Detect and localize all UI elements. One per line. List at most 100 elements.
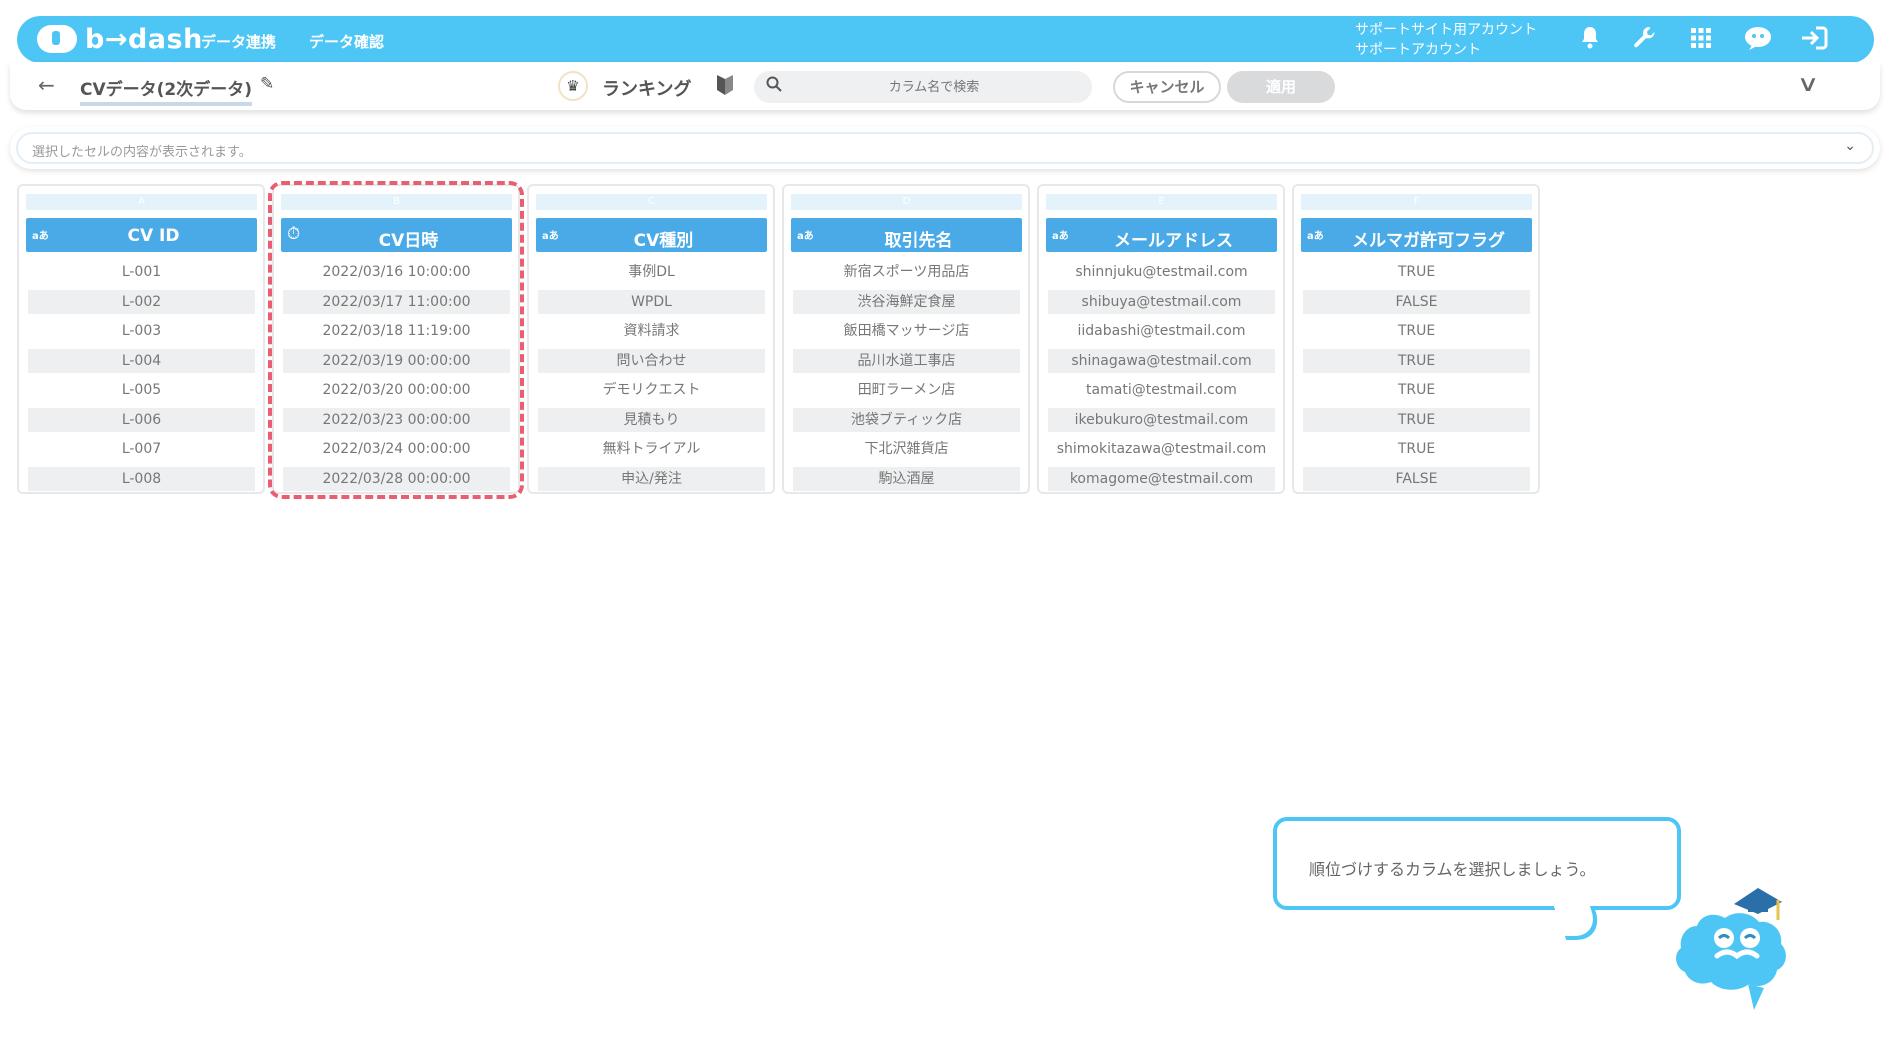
account-line-2: サポートアカウント: [1355, 42, 1481, 58]
column-cv-id[interactable]: A aあ CV ID L-001 L-002 L-003 L-004 L-005…: [17, 184, 265, 494]
table-cell[interactable]: 渋谷海鮮定食屋: [793, 290, 1020, 314]
mascot-icon: [1672, 876, 1812, 1020]
tooltip-tail: [1553, 906, 1607, 940]
account-line-1: サポートサイト用アカウント: [1355, 22, 1537, 38]
table-cell[interactable]: komagome@testmail.com: [1048, 467, 1275, 491]
text-type-icon: aあ: [32, 231, 49, 242]
table-cell[interactable]: TRUE: [1303, 260, 1530, 284]
logout-icon[interactable]: [1799, 25, 1829, 55]
table-cell[interactable]: TRUE: [1303, 408, 1530, 432]
table-cell[interactable]: 申込/発注: [538, 467, 765, 491]
table-cell[interactable]: TRUE: [1303, 378, 1530, 402]
table-cell[interactable]: shinnjuku@testmail.com: [1048, 260, 1275, 284]
chat-icon[interactable]: [1743, 25, 1773, 55]
cancel-button[interactable]: キャンセル: [1113, 71, 1221, 103]
table-cell[interactable]: L-007: [28, 437, 255, 461]
search-input[interactable]: [794, 71, 1074, 103]
table-cell[interactable]: L-001: [28, 260, 255, 284]
table-cell[interactable]: tamati@testmail.com: [1048, 378, 1275, 402]
table-cell[interactable]: 事例DL: [538, 260, 765, 284]
brand-name: b→dash: [85, 23, 203, 55]
column-header[interactable]: aあ メルマガ許可フラグ: [1301, 218, 1532, 252]
guide-message: 順位づけするカラムを選択しましょう。: [1309, 860, 1596, 879]
table-cell[interactable]: 田町ラーメン店: [793, 378, 1020, 402]
account-info[interactable]: サポートサイト用アカウント サポートアカウント: [1355, 20, 1537, 60]
column-header[interactable]: aあ メールアドレス: [1046, 218, 1277, 252]
table-cell[interactable]: L-003: [28, 319, 255, 343]
guide-tooltip: 順位づけするカラムを選択しましょう。: [1273, 817, 1681, 910]
table-cell[interactable]: デモリクエスト: [538, 378, 765, 402]
column-client-name[interactable]: D aあ 取引先名 新宿スポーツ用品店 渋谷海鮮定食屋 飯田橋マッサージ店 品川…: [782, 184, 1030, 494]
text-type-icon: aあ: [1307, 231, 1324, 242]
table-cell[interactable]: 下北沢雑貨店: [793, 437, 1020, 461]
table-cell[interactable]: 駒込酒屋: [793, 467, 1020, 491]
text-type-icon: aあ: [1052, 231, 1069, 242]
text-type-icon: aあ: [797, 231, 814, 242]
table-cell[interactable]: shibuya@testmail.com: [1048, 290, 1275, 314]
logo-cloud-icon: [37, 25, 77, 53]
table-cell[interactable]: 見積もり: [538, 408, 765, 432]
column-header[interactable]: aあ CV種別: [536, 218, 767, 252]
column-search[interactable]: [754, 71, 1092, 103]
table-cell[interactable]: 無料トライアル: [538, 437, 765, 461]
dataset-title[interactable]: CVデータ(2次データ): [80, 75, 253, 106]
table-cell[interactable]: L-008: [28, 467, 255, 491]
table-cell[interactable]: L-002: [28, 290, 255, 314]
app-window: b→dash データ連携 データ確認 サポートサイト用アカウント サポートアカウ…: [0, 0, 1890, 1063]
column-name: メルマガ許可フラグ: [1352, 231, 1505, 251]
table-cell[interactable]: 資料請求: [538, 319, 765, 343]
table-cell[interactable]: iidabashi@testmail.com: [1048, 319, 1275, 343]
text-type-icon: aあ: [542, 231, 559, 242]
column-name: CV種別: [633, 231, 694, 251]
column-header[interactable]: aあ CV ID: [26, 218, 257, 252]
table-cell[interactable]: L-006: [28, 408, 255, 432]
nav-data-link[interactable]: データ連携: [201, 31, 276, 52]
table-cell[interactable]: ikebukuro@testmail.com: [1048, 408, 1275, 432]
bell-icon[interactable]: [1575, 25, 1605, 55]
table-cell[interactable]: WPDL: [538, 290, 765, 314]
brand-logo[interactable]: b→dash: [37, 22, 203, 56]
table-cell[interactable]: FALSE: [1303, 467, 1530, 491]
column-name: メールアドレス: [1114, 231, 1233, 251]
nav-data-check[interactable]: データ確認: [309, 31, 384, 52]
table-cell[interactable]: 問い合わせ: [538, 349, 765, 373]
column-letter: C: [536, 194, 767, 210]
search-icon: [766, 76, 782, 97]
column-cv-type[interactable]: C aあ CV種別 事例DL WPDL 資料請求 問い合わせ デモリクエスト 見…: [527, 184, 775, 494]
wrench-icon[interactable]: [1630, 25, 1660, 55]
pencil-icon[interactable]: ✎: [260, 74, 274, 94]
table-cell[interactable]: L-004: [28, 349, 255, 373]
table-cell[interactable]: FALSE: [1303, 290, 1530, 314]
expand-chevron-icon[interactable]: ⌄: [1844, 138, 1856, 154]
cell-content-placeholder: 選択したセルの内容が表示されます。: [32, 145, 252, 160]
beginner-mark-icon[interactable]: [716, 74, 734, 101]
table-cell[interactable]: L-005: [28, 378, 255, 402]
chevron-down-icon[interactable]: ∨: [1797, 72, 1820, 97]
table-cell[interactable]: TRUE: [1303, 349, 1530, 373]
column-name: 取引先名: [884, 231, 953, 251]
top-navigation: b→dash データ連携 データ確認 サポートサイト用アカウント サポートアカウ…: [17, 16, 1874, 63]
apply-button[interactable]: 適用: [1227, 71, 1335, 103]
table-cell[interactable]: 池袋ブティック店: [793, 408, 1020, 432]
column-letter: E: [1046, 194, 1277, 210]
column-highlight: [268, 181, 524, 499]
table-cell[interactable]: 品川水道工事店: [793, 349, 1020, 373]
cell-content-field[interactable]: 選択したセルの内容が表示されます。 ⌄: [16, 132, 1874, 164]
column-email[interactable]: E aあ メールアドレス shinnjuku@testmail.com shib…: [1037, 184, 1285, 494]
table-cell[interactable]: shinagawa@testmail.com: [1048, 349, 1275, 373]
grid-icon[interactable]: [1686, 25, 1716, 55]
table-cell[interactable]: TRUE: [1303, 437, 1530, 461]
table-cell[interactable]: 飯田橋マッサージ店: [793, 319, 1020, 343]
table-cell[interactable]: TRUE: [1303, 319, 1530, 343]
ranking-toolbar: ← CVデータ(2次データ) ✎ ♛ ランキング キャンセル 適用 ∨: [10, 62, 1880, 110]
cell-content-bar: 選択したセルの内容が表示されます。 ⌄: [10, 127, 1880, 169]
table-cell[interactable]: shimokitazawa@testmail.com: [1048, 437, 1275, 461]
column-header[interactable]: aあ 取引先名: [791, 218, 1022, 252]
column-newsletter-flag[interactable]: F aあ メルマガ許可フラグ TRUE FALSE TRUE TRUE TRUE…: [1292, 184, 1540, 494]
column-letter: A: [26, 194, 257, 210]
column-name: CV ID: [127, 226, 180, 246]
mode-label: ランキング: [602, 79, 692, 100]
back-arrow-icon[interactable]: ←: [38, 73, 55, 97]
crown-icon: ♛: [558, 71, 588, 101]
table-cell[interactable]: 新宿スポーツ用品店: [793, 260, 1020, 284]
